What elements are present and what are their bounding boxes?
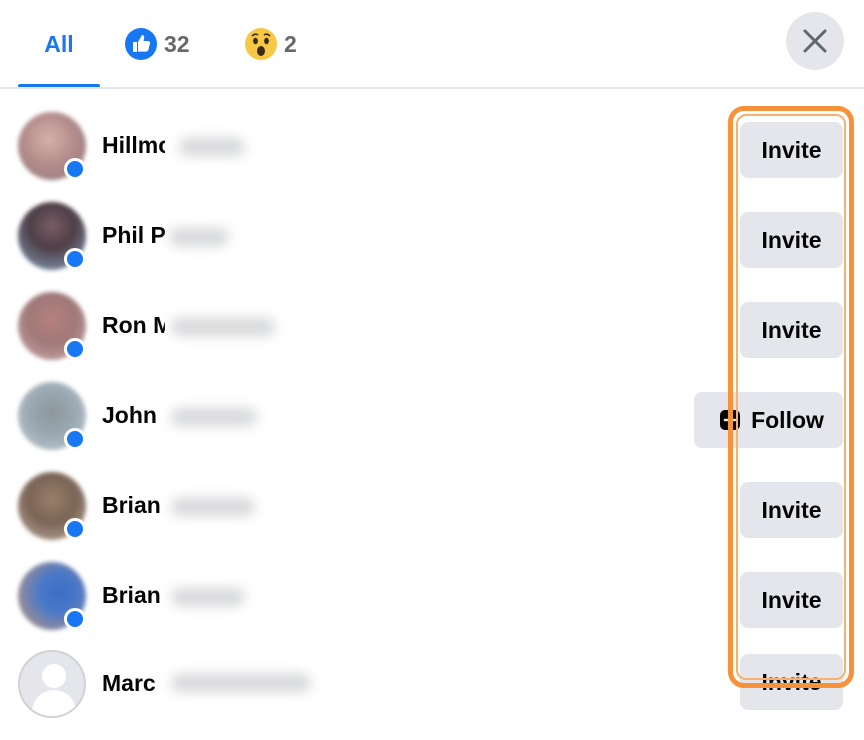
wow-emoji-icon (245, 28, 277, 60)
list-item: Brian Invite (0, 472, 864, 562)
person-name[interactable]: Ron M (102, 312, 172, 339)
tab-like[interactable]: 32 (124, 0, 190, 88)
list-item: Ron M Invite (0, 292, 864, 382)
header-divider (0, 87, 864, 89)
close-button[interactable] (786, 12, 844, 70)
redacted-name (165, 114, 310, 178)
redacted-name (165, 204, 310, 268)
person-name[interactable]: John (102, 402, 157, 429)
follow-page-icon (720, 410, 741, 430)
invite-button[interactable]: Invite (740, 302, 843, 358)
invite-button[interactable]: Invite (740, 572, 843, 628)
redacted-name (165, 474, 310, 538)
invite-button[interactable]: Invite (740, 212, 843, 268)
verified-badge-icon (64, 518, 86, 540)
avatar[interactable] (18, 382, 86, 450)
list-item: Phil P Invite (0, 202, 864, 292)
person-name[interactable]: Phil P (102, 222, 166, 249)
person-name[interactable]: Brian (102, 492, 161, 519)
tab-wow[interactable]: 2 (244, 0, 297, 88)
person-name[interactable]: Hillmo (102, 132, 172, 159)
tab-all[interactable]: All (18, 0, 100, 88)
redacted-name (165, 652, 311, 692)
reactions-tabs: All 32 2 (0, 0, 864, 88)
wow-count: 2 (284, 30, 297, 57)
verified-badge-icon (64, 248, 86, 270)
tab-all-label: All (44, 30, 74, 57)
avatar[interactable] (18, 112, 86, 180)
verified-badge-icon (64, 338, 86, 360)
list-item: Brian Invite (0, 562, 864, 652)
redacted-name (165, 564, 310, 628)
invite-button[interactable]: Invite (740, 122, 843, 178)
invite-button[interactable]: Invite (740, 482, 843, 538)
verified-badge-icon (64, 158, 86, 180)
like-icon (125, 28, 157, 60)
list-item: Marc Invite (0, 650, 864, 740)
invite-button[interactable]: Invite (740, 654, 843, 710)
verified-badge-icon (64, 428, 86, 450)
like-count: 32 (164, 30, 190, 57)
avatar[interactable] (18, 292, 86, 360)
list-item: John Follow (0, 382, 864, 472)
follow-button[interactable]: Follow (694, 392, 843, 448)
verified-badge-icon (64, 608, 86, 630)
redacted-name (165, 384, 310, 448)
default-avatar-icon (18, 650, 86, 718)
avatar[interactable] (18, 202, 86, 270)
close-icon (803, 29, 827, 53)
avatar[interactable] (18, 472, 86, 540)
avatar[interactable] (18, 562, 86, 630)
person-name[interactable]: Brian (102, 582, 161, 609)
avatar[interactable] (18, 650, 86, 718)
person-name[interactable]: Marc (102, 670, 156, 697)
follow-label: Follow (751, 406, 824, 433)
list-item: Hillmo Invite (0, 112, 864, 202)
redacted-name (165, 294, 310, 358)
